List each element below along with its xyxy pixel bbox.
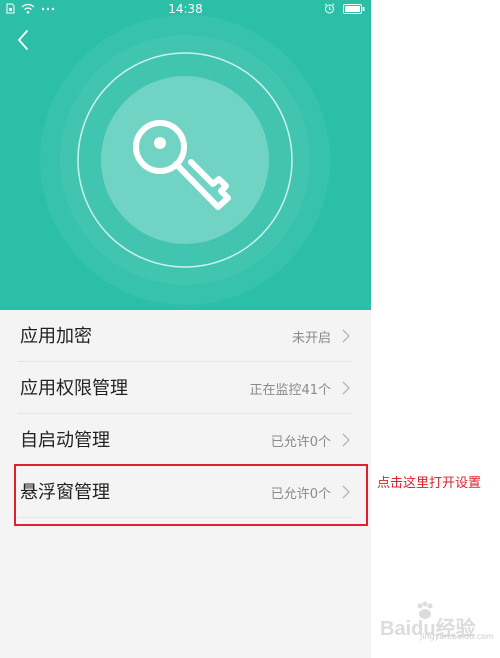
back-arrow-icon[interactable] xyxy=(12,28,36,52)
autostart-row[interactable]: 自启动管理 已允许0个 xyxy=(18,414,353,466)
annotation-highlight-box xyxy=(14,464,368,526)
row-status: 未开启 xyxy=(291,331,331,346)
key-icon xyxy=(133,120,231,210)
row-status: 已允许0个 xyxy=(270,435,331,450)
watermark-sub: jingyan.baidu.com xyxy=(420,632,494,641)
app-encryption-row[interactable]: 应用加密 未开启 xyxy=(18,310,353,362)
status-right-icons xyxy=(324,3,365,14)
app-permission-row[interactable]: 应用权限管理 正在监控41个 xyxy=(18,362,353,414)
annotation-text: 点击这里打开设置 xyxy=(377,476,482,491)
alarm-icon xyxy=(324,3,335,14)
header-banner: 14:38 xyxy=(0,0,371,310)
status-time: 14:38 xyxy=(168,2,203,16)
baidu-watermark: Baidu经验 jingyan.baidu.com xyxy=(380,600,494,641)
battery-icon xyxy=(343,3,365,14)
row-status: 正在监控41个 xyxy=(249,383,331,398)
status-bar: 14:38 xyxy=(0,0,371,20)
phone-screen: 14:38 应用加密 未开启 应用权限管理 正在监控41个 自启动管理 已允许0… xyxy=(0,0,371,658)
chevron-right-icon xyxy=(342,329,350,343)
row-label: 应用权限管理 xyxy=(20,378,128,399)
row-label: 应用加密 xyxy=(20,326,92,347)
chevron-right-icon xyxy=(342,381,350,395)
row-label: 自启动管理 xyxy=(20,430,110,451)
chevron-right-icon xyxy=(342,433,350,447)
